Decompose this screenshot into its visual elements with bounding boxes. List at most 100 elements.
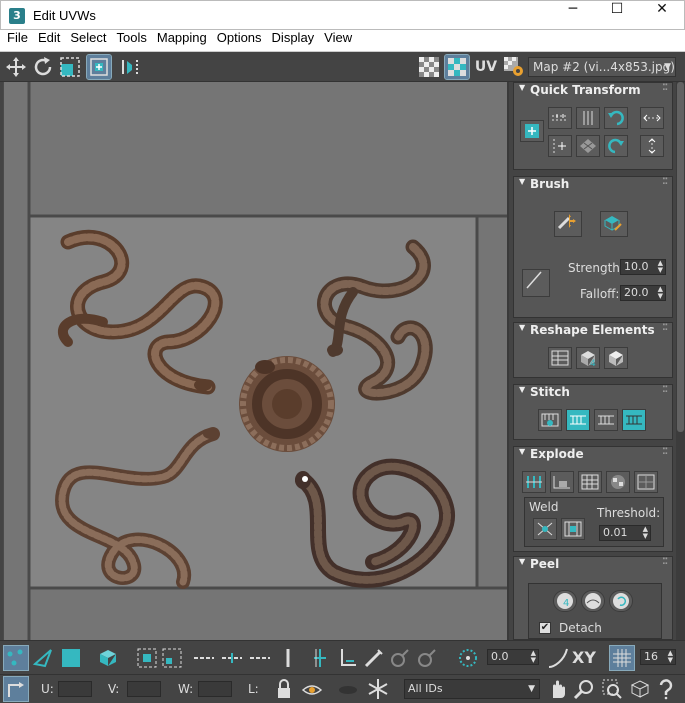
face-mode-icon[interactable] xyxy=(59,646,83,670)
rotate-value-field[interactable]: 0.0 ▲ ▼ xyxy=(487,649,539,665)
align-left-icon[interactable] xyxy=(548,135,572,157)
explode-header[interactable]: ▼ Explode ⁚⁚ xyxy=(514,447,672,465)
vertex-mode-icon[interactable] xyxy=(3,645,29,671)
paint-select-icon[interactable] xyxy=(362,646,386,670)
pin-icon[interactable] xyxy=(278,646,302,670)
menu-tools[interactable]: Tools xyxy=(112,30,152,45)
scrollbar-thumb[interactable] xyxy=(677,82,684,432)
edge-loop-icon[interactable] xyxy=(248,646,272,670)
curve-icon[interactable] xyxy=(546,646,570,670)
zoom-extents-icon[interactable] xyxy=(628,677,652,701)
point-to-point-icon[interactable] xyxy=(308,646,332,670)
grow-selection-icon[interactable] xyxy=(135,646,159,670)
maximize-button[interactable]: ☐ xyxy=(594,1,640,30)
space-horizontal-icon[interactable] xyxy=(640,107,664,129)
arrange-icon[interactable] xyxy=(604,347,628,369)
peel-header[interactable]: ▼ Peel ⁚⁚ xyxy=(514,557,672,575)
threshold-spinner[interactable]: 0.01 ▲ ▼ xyxy=(599,525,651,541)
snowflake-icon[interactable] xyxy=(366,677,390,701)
select-by-edge-icon[interactable] xyxy=(336,646,360,670)
peel-reset-icon[interactable] xyxy=(609,590,633,612)
detach-checkbox[interactable]: ✔ xyxy=(539,622,551,634)
quick-peel-icon[interactable]: 4 xyxy=(553,590,577,612)
reshape-header[interactable]: ▼ Reshape Elements ⁚⁚ xyxy=(514,323,672,341)
stitch-header[interactable]: ▼ Stitch ⁚⁚ xyxy=(514,385,672,403)
close-button[interactable]: ✕ xyxy=(639,1,685,30)
loop-selection-icon[interactable] xyxy=(220,646,244,670)
stitch-average-icon[interactable] xyxy=(594,409,618,431)
pan-icon[interactable] xyxy=(546,677,570,701)
menu-file[interactable]: File xyxy=(0,30,33,45)
menu-select[interactable]: Select xyxy=(65,30,111,45)
edge-mode-icon[interactable] xyxy=(31,646,55,670)
rotate-ccw-icon[interactable] xyxy=(604,107,628,129)
menu-options[interactable]: Options xyxy=(212,30,267,45)
break-by-checker-icon[interactable] xyxy=(606,471,630,493)
scale-icon[interactable] xyxy=(58,55,82,79)
align-horizontal-icon[interactable] xyxy=(548,107,572,129)
move-icon[interactable] xyxy=(4,55,28,79)
xy-toggle[interactable]: XY xyxy=(572,646,600,670)
w-field[interactable] xyxy=(198,681,232,697)
u-field[interactable] xyxy=(58,681,92,697)
align-grid-icon[interactable] xyxy=(576,135,600,157)
shrink-selection-icon[interactable] xyxy=(160,646,184,670)
zoom-icon[interactable] xyxy=(572,677,596,701)
lock-icon[interactable] xyxy=(272,677,296,701)
spinner-arrows-icon: ▲ ▼ xyxy=(642,525,648,540)
map-dropdown[interactable]: Map #2 (vi...4x853.jpg) ▼ xyxy=(528,57,676,77)
break-by-material-icon[interactable] xyxy=(578,471,602,493)
menu-mapping[interactable]: Mapping xyxy=(152,30,212,45)
element-mode-icon[interactable] xyxy=(96,646,120,670)
brush-header[interactable]: ▼ Brush ⁚⁚ xyxy=(514,177,672,195)
flatten-icon[interactable] xyxy=(634,471,658,493)
texture-icon[interactable] xyxy=(444,54,470,80)
panel-scrollbar[interactable] xyxy=(676,82,685,640)
grid-snap-icon[interactable] xyxy=(609,645,635,671)
menu-display[interactable]: Display xyxy=(267,30,320,45)
align-center-icon[interactable] xyxy=(520,120,544,142)
grid-value-field[interactable]: 16 ▲ ▼ xyxy=(640,649,676,665)
strength-spinner[interactable]: 10.0 ▲ ▼ xyxy=(620,259,666,275)
falloff-spinner[interactable]: 20.0 ▲ ▼ xyxy=(620,285,666,301)
relax-icon[interactable]: 4 xyxy=(576,347,600,369)
freeform-icon[interactable] xyxy=(86,54,112,80)
menu-view[interactable]: View xyxy=(319,30,357,45)
absolute-mode-icon[interactable] xyxy=(3,676,29,702)
brush-select-icon[interactable] xyxy=(415,646,439,670)
weld-selected-icon[interactable] xyxy=(533,518,557,540)
rotate-cw-icon[interactable] xyxy=(604,135,628,157)
show-hidden-icon[interactable] xyxy=(300,677,324,701)
paint-move-icon[interactable] xyxy=(554,211,582,237)
v-field[interactable] xyxy=(127,681,161,697)
mirror-icon[interactable] xyxy=(118,55,142,79)
ids-dropdown[interactable]: All IDs ▼ xyxy=(404,679,540,699)
align-vertical-icon[interactable] xyxy=(576,107,600,129)
break-by-smoothing-icon[interactable] xyxy=(550,471,574,493)
stitch-custom-icon[interactable] xyxy=(538,409,562,431)
peel-rollout: ▼ Peel ⁚⁚ 4 ✔ Detach xyxy=(513,556,673,640)
uv-viewport[interactable] xyxy=(3,82,509,640)
space-vertical-icon[interactable] xyxy=(640,135,664,157)
stitch-to-target-icon[interactable] xyxy=(622,409,646,431)
relax-brush-icon[interactable] xyxy=(600,211,628,237)
weld-target-icon[interactable] xyxy=(561,518,585,540)
straighten-icon[interactable] xyxy=(548,347,572,369)
uv-label[interactable]: UV xyxy=(473,55,499,79)
zoom-region-icon[interactable] xyxy=(600,677,624,701)
minimize-button[interactable]: ─ xyxy=(550,1,596,30)
help-icon[interactable] xyxy=(654,677,678,701)
ring-selection-icon[interactable] xyxy=(192,646,216,670)
lasso-select-icon[interactable] xyxy=(388,646,412,670)
checker-icon[interactable] xyxy=(417,55,441,79)
brush-falloff-icon[interactable] xyxy=(522,269,550,297)
rotate-icon[interactable] xyxy=(31,55,55,79)
break-by-polygroups-icon[interactable] xyxy=(522,471,546,493)
settings-icon[interactable] xyxy=(502,55,526,79)
hide-icon[interactable] xyxy=(336,677,360,701)
quick-transform-header[interactable]: ▼ Quick Transform ⁚⁚ xyxy=(514,83,672,101)
stitch-to-source-icon[interactable] xyxy=(566,409,590,431)
peel-mode-icon[interactable] xyxy=(581,590,605,612)
rotate-angle-icon[interactable] xyxy=(456,646,480,670)
menu-edit[interactable]: Edit xyxy=(33,30,65,45)
